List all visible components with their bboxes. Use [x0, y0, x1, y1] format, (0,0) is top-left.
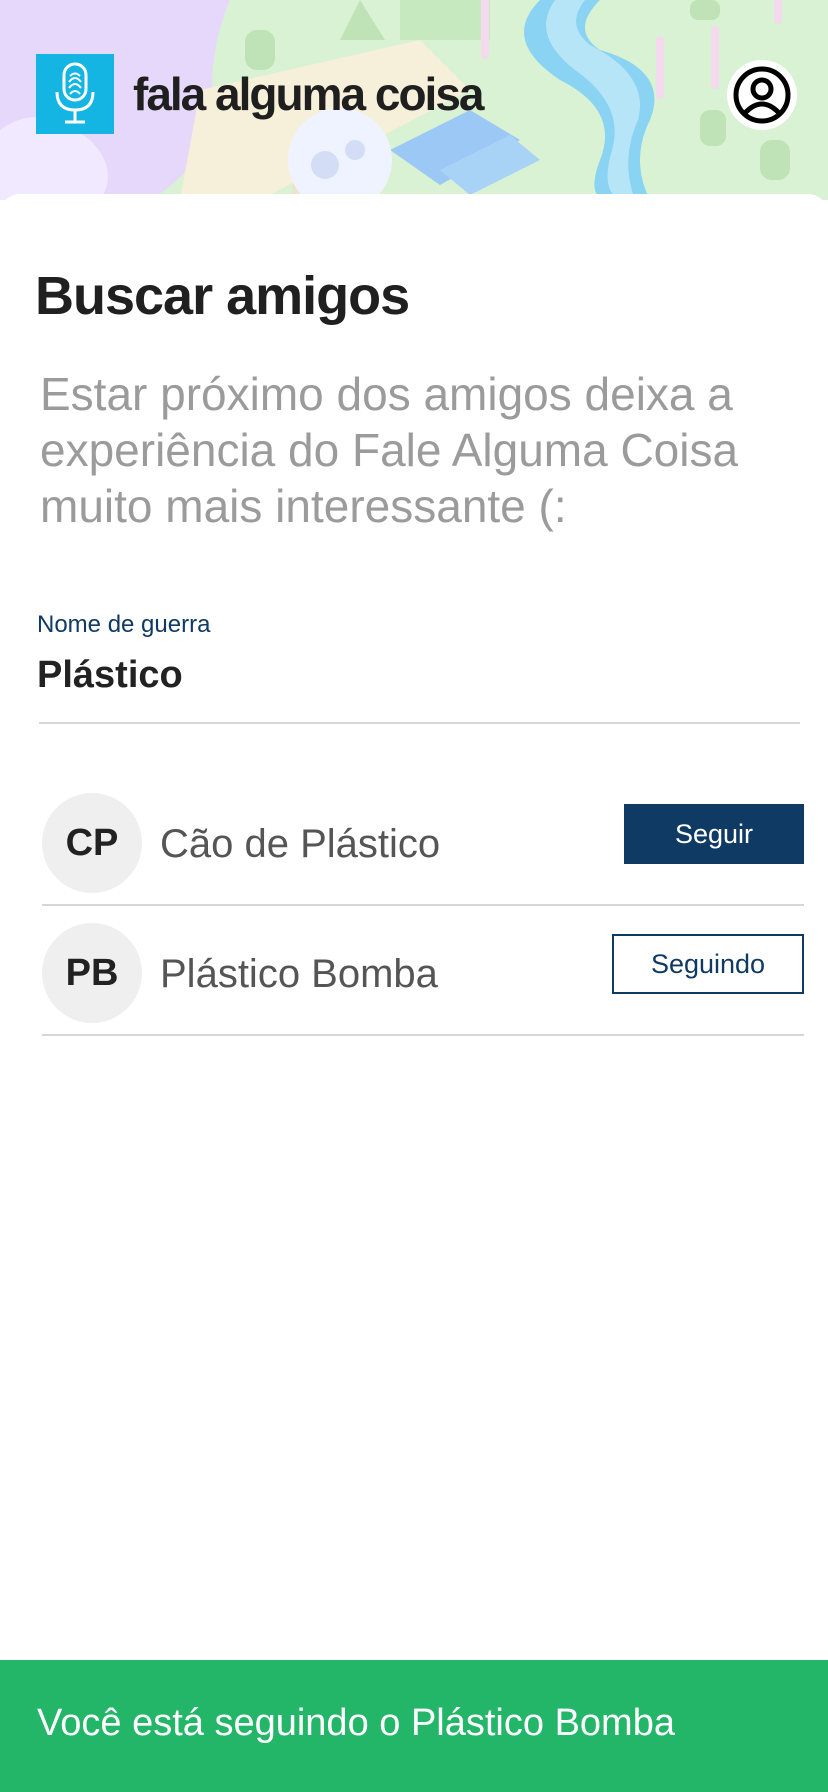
microphone-icon [55, 62, 95, 124]
brand-name: fala alguma coisa [133, 68, 484, 120]
follow-button[interactable]: Seguir [624, 804, 804, 864]
list-item: CP Cão de Plástico Seguir [42, 776, 804, 906]
snackbar[interactable]: Você está seguindo o Plástico Bomba [0, 1660, 828, 1792]
following-button[interactable]: Seguindo [612, 934, 804, 994]
list-item: PB Plástico Bomba Seguindo [42, 906, 804, 1036]
page-title: Buscar amigos [35, 266, 410, 326]
app-logo [36, 54, 114, 134]
page-subtitle: Estar próximo dos amigos deixa a experiê… [40, 368, 739, 532]
app-screen: fala alguma coisa Buscar amigos Estar pr… [0, 0, 828, 1792]
search-input-underline [39, 722, 800, 724]
user-name[interactable]: Cão de Plástico [160, 820, 440, 868]
search-field-label: Nome de guerra [37, 611, 211, 638]
profile-button[interactable] [727, 60, 797, 130]
avatar: PB [42, 923, 142, 1023]
user-name[interactable]: Plástico Bomba [160, 950, 438, 998]
user-circle-icon [733, 66, 791, 124]
search-input[interactable]: Plástico [37, 652, 797, 698]
snackbar-message: Você está seguindo o Plástico Bomba [37, 1702, 675, 1744]
avatar: CP [42, 793, 142, 893]
app-header: fala alguma coisa [0, 0, 828, 200]
